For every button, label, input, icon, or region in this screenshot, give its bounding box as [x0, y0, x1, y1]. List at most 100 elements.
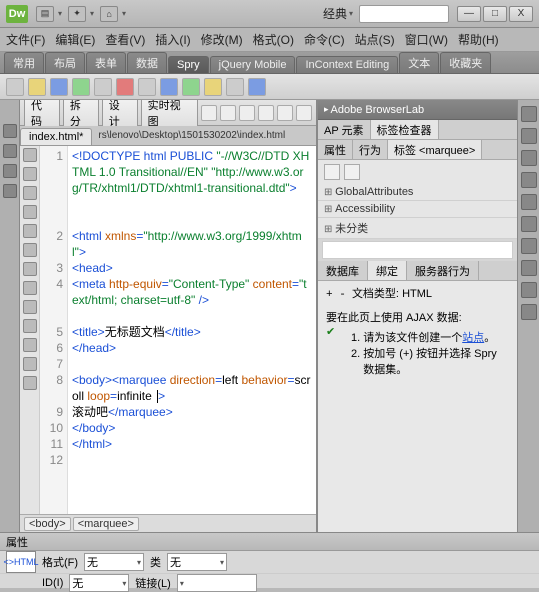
dock-icon[interactable] — [521, 128, 537, 144]
class-select[interactable]: 无 — [167, 553, 227, 571]
insert-tab[interactable]: 文本 — [399, 52, 439, 73]
doc-tool-icon[interactable] — [220, 105, 236, 121]
gutter-icon[interactable] — [23, 243, 37, 257]
tool-icon[interactable] — [138, 78, 156, 96]
add-binding-button[interactable]: + - — [326, 289, 346, 301]
menu-item[interactable]: 帮助(H) — [458, 31, 499, 48]
gutter-icon[interactable] — [23, 186, 37, 200]
gutter-icon[interactable] — [23, 205, 37, 219]
dock-icon[interactable] — [521, 282, 537, 298]
tag-tab[interactable]: 行为 — [353, 140, 388, 159]
gutter-icon[interactable] — [23, 338, 37, 352]
insert-tab[interactable]: 收藏夹 — [440, 52, 491, 73]
html-mode-button[interactable]: <> HTML — [6, 551, 36, 573]
tool-icon[interactable] — [226, 78, 244, 96]
gutter-icon[interactable] — [23, 376, 37, 390]
insert-tab[interactable]: 布局 — [45, 52, 85, 73]
tag-inspector-grid[interactable] — [322, 241, 513, 259]
site-icon[interactable]: ⌂ — [100, 6, 118, 22]
category-view-icon[interactable] — [344, 164, 360, 180]
tool-icon[interactable] — [72, 78, 90, 96]
dock-icon[interactable] — [521, 194, 537, 210]
tag-tab[interactable]: 标签 <marquee> — [388, 140, 482, 159]
dock-icon[interactable] — [521, 238, 537, 254]
tag-crumb[interactable]: <marquee> — [73, 517, 139, 531]
dock-icon[interactable] — [521, 106, 537, 122]
minimize-button[interactable]: — — [457, 6, 481, 22]
doc-tool-icon[interactable] — [258, 105, 274, 121]
menu-item[interactable]: 窗口(W) — [405, 31, 448, 48]
tool-icon[interactable] — [28, 78, 46, 96]
menu-item[interactable]: 修改(M) — [201, 31, 243, 48]
menu-item[interactable]: 文件(F) — [6, 31, 45, 48]
insert-tab[interactable]: 表单 — [86, 52, 126, 73]
gutter-icon[interactable] — [23, 319, 37, 333]
bindings-tab[interactable]: 绑定 — [368, 261, 407, 280]
search-input[interactable] — [359, 5, 449, 23]
gutter-icon[interactable] — [23, 300, 37, 314]
dock-icon[interactable] — [521, 216, 537, 232]
dock-icon[interactable] — [521, 172, 537, 188]
gutter-icon[interactable] — [23, 262, 37, 276]
maximize-button[interactable]: □ — [483, 6, 507, 22]
dock-icon[interactable] — [3, 184, 17, 198]
workspace-label[interactable]: 经典 — [323, 5, 347, 22]
menu-item[interactable]: 查看(V) — [105, 31, 145, 48]
properties-header[interactable]: 属性 — [0, 533, 539, 551]
tool-icon[interactable] — [116, 78, 134, 96]
file-tab[interactable]: index.html* — [20, 128, 92, 145]
attr-category[interactable]: Accessibility — [318, 201, 517, 218]
doc-tool-icon[interactable] — [201, 105, 217, 121]
insert-tab[interactable]: 常用 — [4, 52, 44, 73]
insert-tab[interactable]: Spry — [168, 56, 209, 73]
dock-icon[interactable] — [521, 150, 537, 166]
menu-item[interactable]: 站点(S) — [355, 31, 395, 48]
tab-ap-elements[interactable]: AP 元素 — [318, 120, 371, 139]
dock-icon[interactable] — [3, 164, 17, 178]
code-editor[interactable]: 123456789101112 <!DOCTYPE html PUBLIC "-… — [20, 146, 316, 514]
panel-browserlab[interactable]: Adobe BrowserLab — [318, 100, 517, 120]
menu-item[interactable]: 编辑(E) — [55, 31, 95, 48]
attr-category[interactable]: 未分类 — [318, 218, 517, 239]
tag-crumb[interactable]: <body> — [24, 517, 71, 531]
dock-icon[interactable] — [3, 144, 17, 158]
layout-icon[interactable]: ▤ — [36, 6, 54, 22]
dock-icon[interactable] — [3, 124, 17, 138]
tool-icon[interactable] — [94, 78, 112, 96]
doc-tool-icon[interactable] — [239, 105, 255, 121]
gutter-icon[interactable] — [23, 224, 37, 238]
id-select[interactable]: 无 — [69, 574, 129, 592]
tool-icon[interactable] — [182, 78, 200, 96]
tool-icon[interactable] — [6, 78, 24, 96]
insert-tab[interactable]: InContext Editing — [296, 56, 398, 73]
format-select[interactable]: 无 — [84, 553, 144, 571]
tool-icon[interactable] — [160, 78, 178, 96]
close-button[interactable]: X — [509, 6, 533, 22]
gutter-icon[interactable] — [23, 357, 37, 371]
bindings-tab[interactable]: 服务器行为 — [407, 261, 479, 280]
tab-tag-checker[interactable]: 标签检查器 — [371, 120, 439, 139]
menu-item[interactable]: 插入(I) — [155, 31, 190, 48]
bindings-tab[interactable]: 数据库 — [318, 261, 368, 280]
tool-icon[interactable] — [50, 78, 68, 96]
doc-tool-icon[interactable] — [296, 105, 312, 121]
list-view-icon[interactable] — [324, 164, 340, 180]
menu-item[interactable]: 命令(C) — [304, 31, 345, 48]
menu-item[interactable]: 格式(O) — [253, 31, 294, 48]
gutter-icon[interactable] — [23, 167, 37, 181]
gutter-icon[interactable] — [23, 281, 37, 295]
insert-tab[interactable]: jQuery Mobile — [210, 56, 296, 73]
code-text[interactable]: <!DOCTYPE html PUBLIC "-//W3C//DTD XHTML… — [68, 146, 316, 514]
tag-tab[interactable]: 属性 — [318, 140, 353, 159]
site-link[interactable]: 站点 — [462, 332, 484, 344]
link-select[interactable] — [177, 574, 257, 592]
tool-icon[interactable] — [204, 78, 222, 96]
tool-icon[interactable] — [248, 78, 266, 96]
doc-tool-icon[interactable] — [277, 105, 293, 121]
extend-icon[interactable]: ✦ — [68, 6, 86, 22]
dock-icon[interactable] — [521, 304, 537, 320]
gutter-icon[interactable] — [23, 148, 37, 162]
attr-category[interactable]: GlobalAttributes — [318, 184, 517, 201]
insert-tab[interactable]: 数据 — [127, 52, 167, 73]
dock-icon[interactable] — [521, 260, 537, 276]
